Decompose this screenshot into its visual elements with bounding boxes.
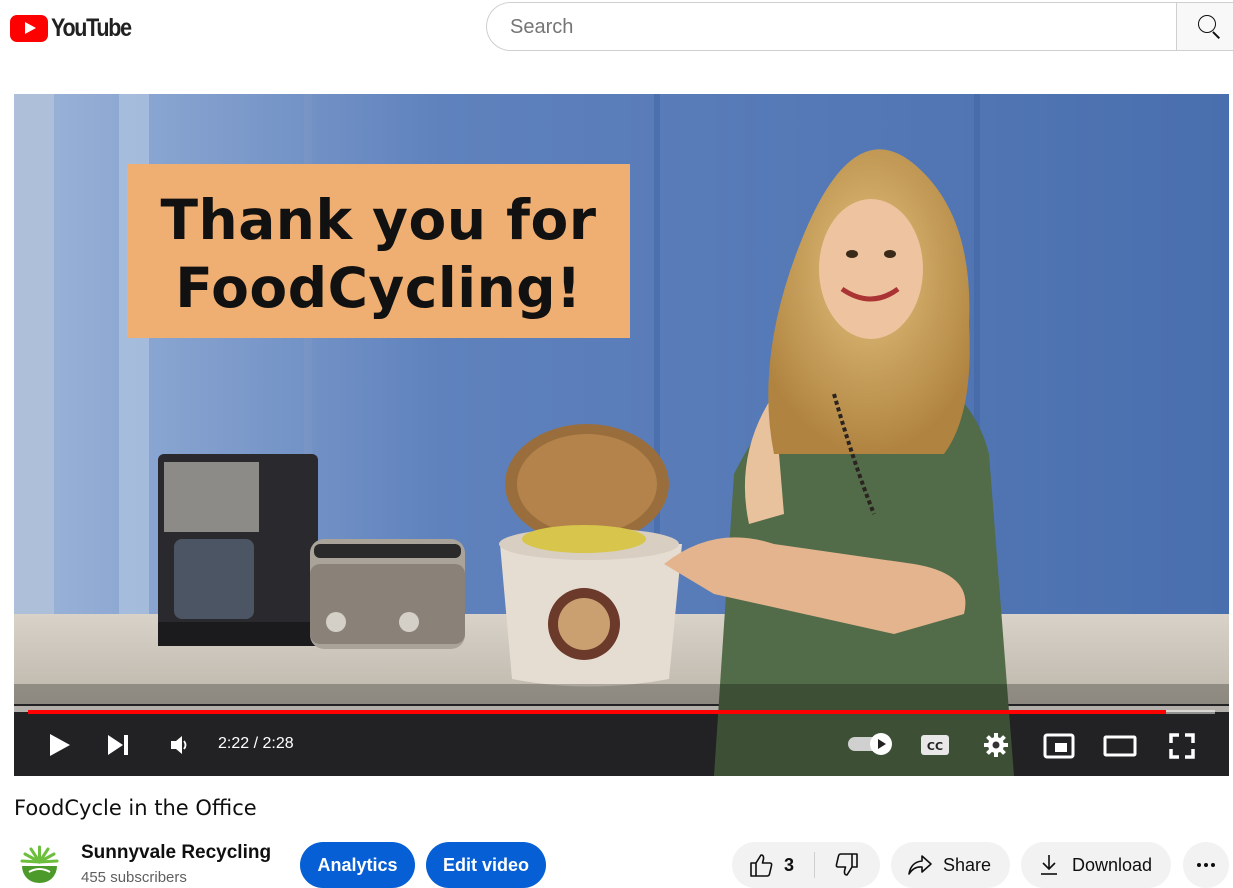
share-icon (908, 855, 932, 875)
next-icon[interactable] (108, 735, 130, 755)
edit-video-label: Edit video (442, 854, 529, 875)
thumbs-down-icon (835, 853, 859, 876)
youtube-logo[interactable]: YouTube (10, 14, 144, 42)
search-button[interactable] (1176, 2, 1233, 51)
logo-text: YouTube (51, 13, 132, 42)
youtube-logo-icon (10, 14, 48, 42)
time-display: 2:22 / 2:28 (218, 735, 294, 752)
search-input[interactable] (508, 15, 1152, 40)
video-title: FoodCycle in the Office (14, 796, 257, 820)
edit-video-button[interactable]: Edit video (426, 842, 546, 888)
like-dislike-group: 3 (732, 842, 880, 888)
progress-played (28, 710, 1167, 714)
share-label: Share (943, 854, 992, 875)
sunburst-logo-icon (19, 842, 60, 883)
fullscreen-icon[interactable] (1169, 733, 1195, 759)
captions-label: CC (927, 740, 943, 753)
download-button[interactable]: Download (1021, 842, 1171, 888)
download-icon (1041, 855, 1057, 875)
analytics-button[interactable]: Analytics (300, 842, 415, 888)
download-label: Download (1072, 854, 1153, 875)
share-button[interactable]: Share (891, 842, 1010, 888)
miniplayer-icon[interactable] (1043, 733, 1075, 759)
thumbs-up-icon (750, 854, 773, 877)
channel-name[interactable]: Sunnyvale Recycling (81, 842, 271, 864)
overlay-text: Thank you for FoodCycling! (160, 188, 597, 320)
progress-bar[interactable] (28, 710, 1215, 714)
channel-avatar[interactable] (19, 842, 60, 883)
overlay-card: Thank you for FoodCycling! (127, 164, 630, 338)
volume-icon[interactable] (171, 735, 191, 755)
more-icon (1197, 863, 1215, 867)
settings-icon[interactable] (984, 733, 1008, 757)
dislike-button[interactable] (815, 842, 881, 888)
captions-icon[interactable]: CC (920, 733, 950, 757)
autoplay-toggle[interactable] (848, 732, 894, 756)
analytics-label: Analytics (317, 854, 398, 875)
like-count: 3 (784, 854, 795, 875)
play-icon[interactable] (48, 733, 72, 757)
search-icon (1198, 15, 1216, 33)
subscriber-count: 455 subscribers (81, 869, 187, 886)
more-actions-button[interactable] (1183, 842, 1229, 888)
like-button[interactable]: 3 (732, 842, 814, 888)
theater-mode-icon[interactable] (1103, 735, 1137, 757)
video-player[interactable]: Thank you for FoodCycling! 2:22 / 2:28 CC (14, 94, 1229, 776)
search-box[interactable] (486, 2, 1176, 51)
